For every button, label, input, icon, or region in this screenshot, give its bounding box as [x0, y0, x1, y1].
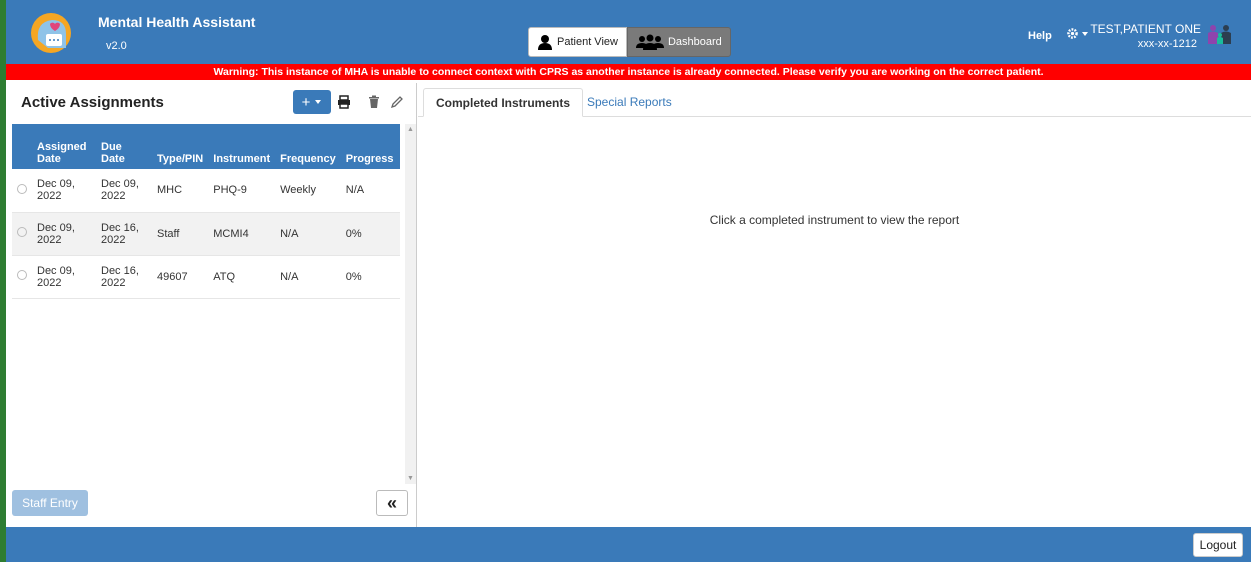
patient-ssn: xxx-xx-1212 [1137, 38, 1197, 50]
tab-special-reports[interactable]: Special Reports [575, 88, 684, 117]
header-bar: Mental Health Assistant v2.0 Patient Vie… [6, 0, 1251, 64]
app-version: v2.0 [106, 40, 127, 52]
row-radio[interactable] [17, 227, 27, 237]
column-header[interactable]: Due Date [96, 124, 152, 169]
table-row[interactable]: Dec 09, 2022 Dec 16, 2022 Staff MCMI4 N/… [12, 212, 400, 256]
due-date-cell: Dec 16, 2022 [96, 212, 152, 256]
type-cell: 49607 [152, 255, 209, 299]
table-scrollbar[interactable]: ▲ ▼ [405, 124, 416, 484]
chevron-down-icon [315, 100, 322, 104]
logout-button[interactable]: Logout [1193, 533, 1243, 557]
due-date-cell: Dec 16, 2022 [96, 255, 152, 299]
gear-icon [1067, 28, 1078, 39]
scroll-up-icon[interactable]: ▲ [407, 126, 414, 133]
add-label: + [301, 93, 311, 111]
group-icon [635, 34, 664, 50]
frequency-cell: N/A [275, 212, 341, 256]
assigned-date-cell: Dec 09, 2022 [32, 169, 96, 213]
assignments-table-container[interactable]: Assigned Date Due Date Type/PIN Instrume… [12, 124, 405, 484]
collapse-panel-button[interactable]: « [376, 490, 408, 516]
column-header[interactable]: Type/PIN [152, 124, 208, 169]
row-select-cell[interactable] [12, 169, 32, 213]
type-cell: MHC [152, 169, 209, 213]
person-icon [538, 35, 552, 50]
warning-banner: Warning: This instance of MHA is unable … [6, 64, 1251, 80]
column-header[interactable]: Progress [341, 124, 400, 169]
due-date-cell: Dec 09, 2022 [96, 169, 152, 213]
print-icon [338, 95, 350, 109]
select-column-header [12, 124, 32, 169]
table-row[interactable]: Dec 09, 2022 Dec 16, 2022 49607 ATQ N/A … [12, 255, 400, 299]
frequency-cell: N/A [275, 255, 341, 299]
app-title: Mental Health Assistant [98, 14, 256, 30]
column-header[interactable]: Assigned Date [32, 124, 96, 169]
help-link[interactable]: Help [1028, 30, 1052, 42]
edit-button[interactable] [386, 92, 406, 112]
table-row[interactable]: Dec 09, 2022 Dec 09, 2022 MHC PHQ-9 Week… [12, 169, 400, 213]
trash-icon [369, 95, 379, 108]
column-header[interactable]: Frequency [275, 124, 341, 169]
report-panel: Completed Instruments Special Reports Cl… [418, 83, 1251, 527]
empty-report-message: Click a completed instrument to view the… [709, 213, 960, 227]
active-assignments-panel: Active Assignments + Assigned Date Due D… [6, 83, 417, 527]
dashboard-label: Dashboard [667, 36, 722, 48]
family-icon [1207, 24, 1233, 49]
table-header-row: Assigned Date Due Date Type/PIN Instrume… [12, 124, 400, 169]
chevron-down-icon [1082, 31, 1088, 36]
column-header[interactable]: Instrument [208, 124, 275, 169]
row-radio[interactable] [17, 183, 27, 194]
instrument-cell: PHQ-9 [208, 169, 276, 213]
row-radio[interactable] [17, 270, 27, 280]
patient-view-button[interactable]: Patient View [528, 27, 627, 57]
settings-menu[interactable] [1066, 27, 1089, 40]
type-cell: Staff [152, 212, 209, 256]
print-button[interactable] [334, 92, 354, 112]
row-select-cell[interactable] [12, 212, 32, 256]
assignments-table: Assigned Date Due Date Type/PIN Instrume… [12, 124, 400, 299]
instrument-cell: ATQ [208, 255, 276, 299]
assigned-date-cell: Dec 09, 2022 [32, 212, 96, 256]
staff-entry-button[interactable]: Staff Entry [12, 490, 88, 516]
progress-cell: 0% [340, 255, 400, 299]
frequency-cell: Weekly [275, 169, 341, 213]
scroll-down-icon[interactable]: ▼ [407, 475, 414, 482]
add-assignment-button[interactable]: + [293, 90, 331, 114]
pencil-icon [390, 95, 403, 108]
progress-cell: N/A [340, 169, 400, 213]
view-toggle: Patient View Dashboard [528, 27, 731, 57]
instrument-cell: MCMI4 [208, 212, 276, 256]
patient-name: TEST,PATIENT ONE [1090, 22, 1201, 36]
footer-bar: Logout [6, 527, 1251, 562]
progress-cell: 0% [340, 212, 400, 256]
patient-view-label: Patient View [557, 36, 618, 48]
panel-title: Active Assignments [21, 94, 164, 111]
report-tabs: Completed Instruments Special Reports [418, 88, 1251, 117]
delete-button[interactable] [364, 92, 384, 112]
row-select-cell[interactable] [12, 255, 32, 299]
app-logo-icon [28, 10, 74, 56]
assigned-date-cell: Dec 09, 2022 [32, 255, 96, 299]
dashboard-button[interactable]: Dashboard [626, 27, 731, 57]
tab-completed-instruments[interactable]: Completed Instruments [423, 88, 584, 117]
app-root: Mental Health Assistant v2.0 Patient Vie… [0, 0, 1251, 562]
